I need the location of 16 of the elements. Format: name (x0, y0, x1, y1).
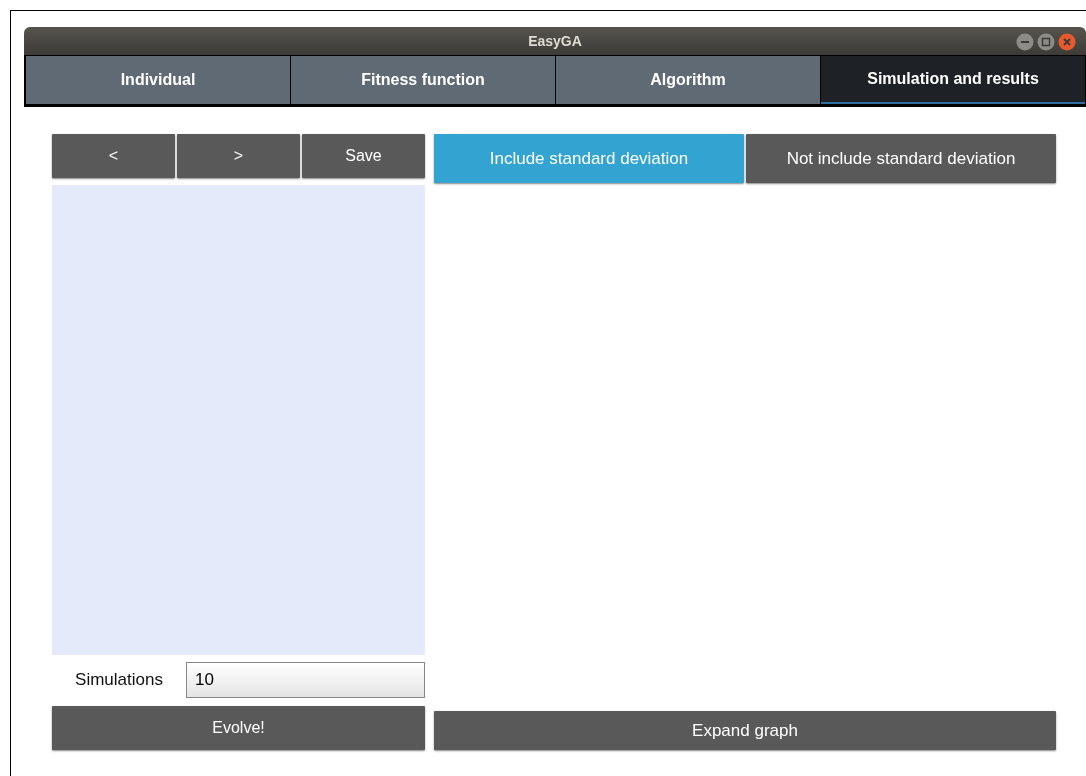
next-button[interactable]: > (177, 134, 300, 178)
window-title: EasyGA (528, 33, 582, 49)
tab[interactable]: Simulation and results (821, 56, 1085, 104)
toggle-button[interactable]: Not include standard deviation (746, 134, 1056, 183)
tab[interactable]: Individual (26, 56, 290, 104)
tab[interactable]: Algorithm (556, 56, 820, 104)
evolve-button[interactable]: Evolve! (52, 706, 425, 750)
simulations-field[interactable]: 10 (186, 662, 425, 698)
save-button[interactable]: Save (302, 134, 425, 178)
expand-graph-button[interactable]: Expand graph (434, 711, 1056, 750)
maximize-icon[interactable] (1037, 33, 1055, 51)
close-icon[interactable] (1058, 33, 1076, 51)
tab[interactable]: Fitness function (291, 56, 555, 104)
minimize-icon[interactable] (1016, 33, 1034, 51)
simulations-label: Simulations (74, 670, 164, 690)
previous-button[interactable]: < (52, 134, 175, 178)
